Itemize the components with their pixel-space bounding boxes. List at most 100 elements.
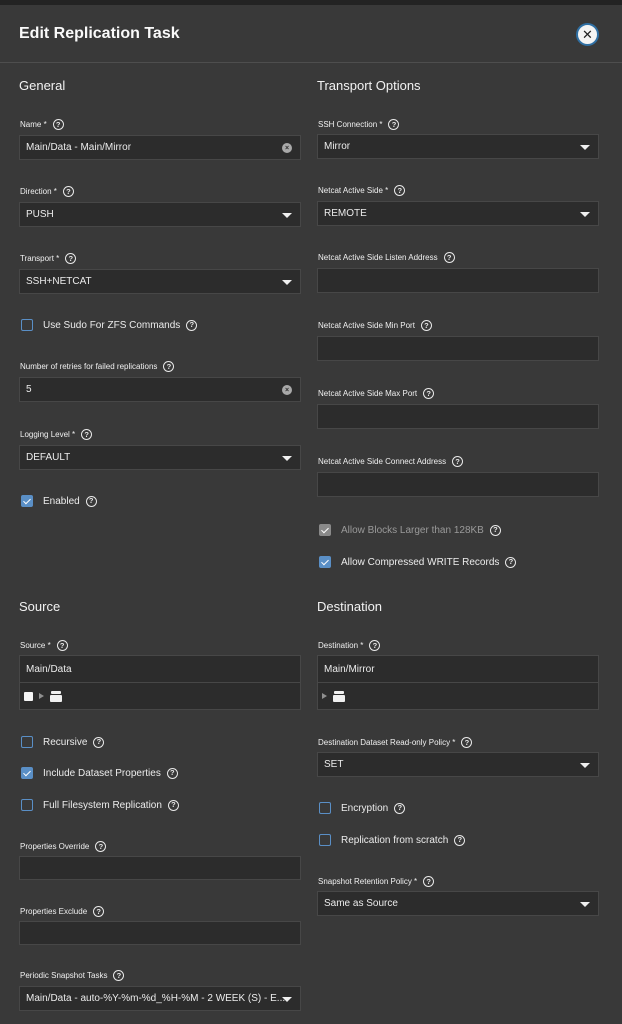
min-port-label-text: Netcat Active Side Min Port: [318, 321, 415, 330]
help-icon[interactable]: ?: [423, 388, 435, 399]
help-icon[interactable]: ?: [186, 319, 198, 331]
dialog-title: Edit Replication Task: [19, 25, 180, 42]
help-icon[interactable]: ?: [52, 119, 64, 130]
direction-select[interactable]: PUSH: [19, 202, 301, 227]
full-fs-checkbox[interactable]: Full Filesystem Replication ?: [21, 799, 179, 811]
transport-label-text: Transport *: [20, 254, 60, 263]
listen-address-label: Netcat Active Side Listen Address ?: [318, 252, 455, 263]
help-icon[interactable]: ?: [167, 799, 179, 811]
help-icon[interactable]: ?: [489, 524, 501, 536]
max-port-input[interactable]: [317, 404, 599, 429]
direction-value: PUSH: [26, 209, 54, 220]
large-blocks-checkbox[interactable]: Allow Blocks Larger than 128KB ?: [319, 524, 501, 536]
netcat-active-side-value: REMOTE: [324, 208, 367, 219]
transport-select[interactable]: SSH+NETCAT: [19, 269, 301, 294]
help-icon[interactable]: ?: [166, 767, 178, 779]
checkbox-box[interactable]: [21, 319, 33, 331]
help-icon[interactable]: ?: [93, 736, 105, 748]
props-exclude-input[interactable]: [19, 921, 301, 945]
use-sudo-checkbox[interactable]: Use Sudo For ZFS Commands ?: [21, 319, 198, 331]
help-icon[interactable]: ?: [163, 361, 175, 372]
destination-path[interactable]: Main/Mirror: [318, 656, 598, 683]
destination-tree[interactable]: Main/Mirror: [317, 655, 599, 710]
readonly-policy-label: Destination Dataset Read-only Policy * ?: [318, 737, 473, 748]
min-port-input[interactable]: [317, 336, 599, 361]
name-input[interactable]: Main/Data - Main/Mirror ×: [19, 135, 301, 160]
max-port-label: Netcat Active Side Max Port ?: [318, 388, 435, 399]
enabled-checkbox[interactable]: Enabled ?: [21, 495, 97, 507]
name-label: Name * ?: [20, 119, 64, 130]
help-icon[interactable]: ?: [81, 429, 93, 440]
help-icon[interactable]: ?: [394, 185, 406, 196]
source-path[interactable]: Main/Data: [20, 656, 300, 683]
general-section-title: General: [19, 78, 66, 93]
checkbox-box[interactable]: [21, 736, 33, 748]
include-props-checkbox[interactable]: Include Dataset Properties ?: [21, 767, 178, 779]
help-icon[interactable]: ?: [454, 834, 466, 846]
help-icon[interactable]: ?: [62, 186, 74, 197]
readonly-policy-value: SET: [324, 759, 344, 770]
transport-label: Transport * ?: [20, 253, 77, 264]
source-section-title: Source: [19, 599, 61, 614]
help-icon[interactable]: ?: [369, 640, 381, 651]
checkbox-box[interactable]: [319, 834, 331, 846]
help-icon[interactable]: ?: [505, 556, 517, 568]
netcat-active-side-select[interactable]: REMOTE: [317, 201, 599, 226]
expand-arrow-icon[interactable]: [39, 693, 44, 699]
checkbox-box[interactable]: [319, 802, 331, 814]
help-icon[interactable]: ?: [423, 876, 435, 887]
help-icon[interactable]: ?: [65, 253, 77, 264]
direction-label: Direction * ?: [20, 186, 74, 197]
retries-label-text: Number of retries for failed replication…: [20, 362, 158, 371]
help-icon[interactable]: ?: [394, 802, 406, 814]
help-icon[interactable]: ?: [461, 737, 473, 748]
destination-label: Destination * ?: [318, 640, 381, 651]
tree-node[interactable]: [20, 683, 300, 709]
checkbox-box[interactable]: [21, 799, 33, 811]
props-override-input[interactable]: [19, 856, 301, 880]
readonly-policy-select[interactable]: SET: [317, 752, 599, 777]
checkbox-box[interactable]: [21, 767, 33, 779]
expand-arrow-icon[interactable]: [322, 693, 327, 699]
tree-checkbox[interactable]: [24, 691, 33, 701]
checkbox-box[interactable]: [21, 495, 33, 507]
dropdown-caret-icon: [282, 456, 292, 461]
logging-label-text: Logging Level *: [20, 430, 76, 439]
clear-icon[interactable]: ×: [282, 143, 292, 153]
netcat-active-side-label-text: Netcat Active Side *: [318, 186, 389, 195]
readonly-policy-label-text: Destination Dataset Read-only Policy *: [318, 738, 456, 747]
periodic-tasks-select[interactable]: Main/Data - auto-%Y-%m-%d_%H-%M - 2 WEEK…: [19, 986, 301, 1011]
checkbox-box[interactable]: [319, 556, 331, 568]
retries-input[interactable]: 5 ×: [19, 377, 301, 402]
help-icon[interactable]: ?: [113, 970, 125, 981]
checkbox-box[interactable]: [319, 524, 331, 536]
help-icon[interactable]: ?: [56, 640, 68, 651]
help-icon[interactable]: ?: [95, 841, 107, 852]
help-icon[interactable]: ?: [443, 252, 455, 263]
ssh-connection-label-text: SSH Connection *: [318, 120, 383, 129]
encryption-checkbox[interactable]: Encryption ?: [319, 802, 406, 814]
help-icon[interactable]: ?: [452, 456, 464, 467]
compressed-checkbox[interactable]: Allow Compressed WRITE Records ?: [319, 556, 517, 568]
compressed-label: Allow Compressed WRITE Records: [341, 556, 500, 568]
logging-select[interactable]: DEFAULT: [19, 445, 301, 470]
dropdown-caret-icon: [580, 145, 590, 150]
help-icon[interactable]: ?: [420, 320, 432, 331]
help-icon[interactable]: ?: [85, 495, 97, 507]
from-scratch-checkbox[interactable]: Replication from scratch ?: [319, 834, 466, 846]
tree-node[interactable]: [318, 683, 598, 709]
connect-address-input[interactable]: [317, 472, 599, 497]
recursive-label: Recursive: [43, 736, 88, 748]
clear-icon[interactable]: ×: [282, 385, 292, 395]
close-icon[interactable]: ✕: [576, 23, 599, 46]
recursive-checkbox[interactable]: Recursive ?: [21, 736, 105, 748]
source-tree[interactable]: Main/Data: [19, 655, 301, 710]
help-icon[interactable]: ?: [93, 906, 105, 917]
help-icon[interactable]: ?: [388, 119, 400, 130]
retention-select[interactable]: Same as Source: [317, 891, 599, 916]
pool-icon: [333, 690, 345, 702]
min-port-label: Netcat Active Side Min Port ?: [318, 320, 432, 331]
ssh-connection-select[interactable]: Mirror: [317, 134, 599, 159]
include-props-label: Include Dataset Properties: [43, 767, 161, 779]
listen-address-input[interactable]: [317, 268, 599, 293]
